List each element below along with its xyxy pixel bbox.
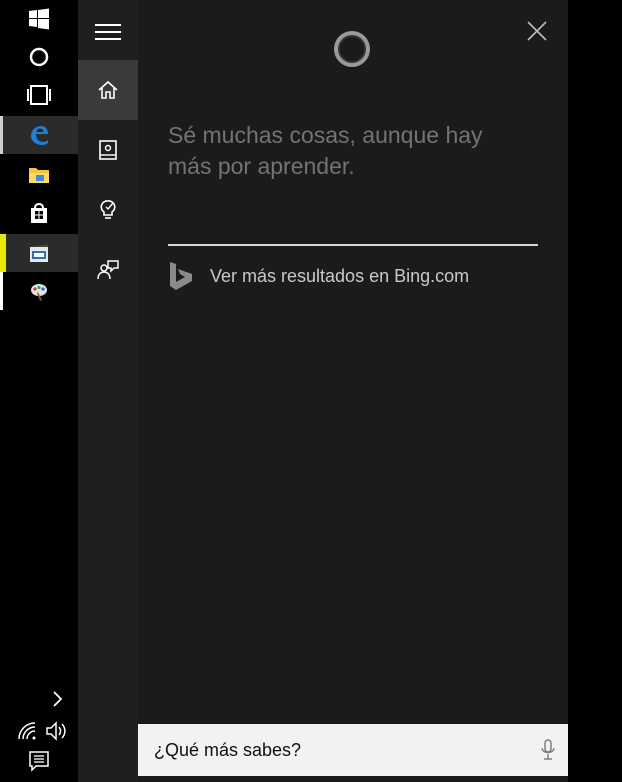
store-icon (31, 202, 47, 223)
edge-icon (31, 126, 48, 145)
action-center-icon (29, 751, 49, 772)
hamburger-menu-button[interactable] (78, 2, 138, 62)
action-center-button[interactable] (26, 748, 52, 774)
start-button[interactable] (0, 0, 78, 38)
bing-link-label: Ver más resultados en Bing.com (210, 265, 470, 286)
microphone-icon (541, 739, 555, 760)
cortana-search-icon (29, 47, 49, 67)
bing-icon (170, 262, 192, 290)
desktop-background (568, 0, 622, 782)
taskbar-file-explorer[interactable] (0, 156, 78, 194)
bing-results-link[interactable]: Ver más resultados en Bing.com (168, 258, 469, 294)
video-editor-icon (30, 244, 48, 262)
windows-icon (29, 8, 49, 30)
show-hidden-icons-chevron-icon (53, 691, 63, 707)
task-view-icon (27, 85, 51, 105)
taskbar-edge[interactable] (0, 116, 78, 154)
network-button[interactable] (16, 720, 40, 742)
divider (168, 244, 538, 246)
cortana-search-button[interactable] (0, 38, 78, 76)
notebook-icon (99, 140, 117, 160)
rail-reminders[interactable] (78, 180, 138, 240)
file-explorer-icon (29, 168, 49, 183)
home-icon (98, 80, 118, 99)
rail-home[interactable] (78, 60, 138, 120)
cortana-headline: Sé muchas cosas, aunque hay más por apre… (168, 122, 483, 179)
wifi-icon (18, 722, 36, 740)
hamburger-menu-icon (95, 24, 121, 40)
cortana-search-box[interactable]: ¿Qué más sabes? (138, 724, 568, 776)
taskbar-store[interactable] (0, 194, 78, 232)
cortana-ring-icon (334, 31, 370, 67)
cortana-panel: Sé muchas cosas, aunque hay más por apre… (138, 0, 568, 782)
reminders-icon (100, 200, 116, 219)
microphone-button[interactable] (528, 738, 568, 762)
volume-icon (46, 721, 66, 741)
show-hidden-icons-button[interactable] (0, 680, 78, 718)
feedback-icon (97, 260, 119, 280)
cortana-nav-rail (78, 0, 138, 782)
taskbar-video-editor[interactable] (0, 234, 78, 272)
volume-button[interactable] (44, 720, 70, 742)
task-view-button[interactable] (0, 76, 78, 114)
paint-app-icon (31, 284, 47, 301)
taskbar (0, 0, 78, 782)
close-icon (527, 21, 547, 41)
taskbar-paint-app[interactable] (0, 272, 78, 310)
rail-notebook[interactable] (78, 120, 138, 180)
rail-feedback[interactable] (78, 240, 138, 300)
close-button[interactable] (524, 18, 550, 44)
search-input[interactable]: ¿Qué más sabes? (154, 740, 528, 761)
